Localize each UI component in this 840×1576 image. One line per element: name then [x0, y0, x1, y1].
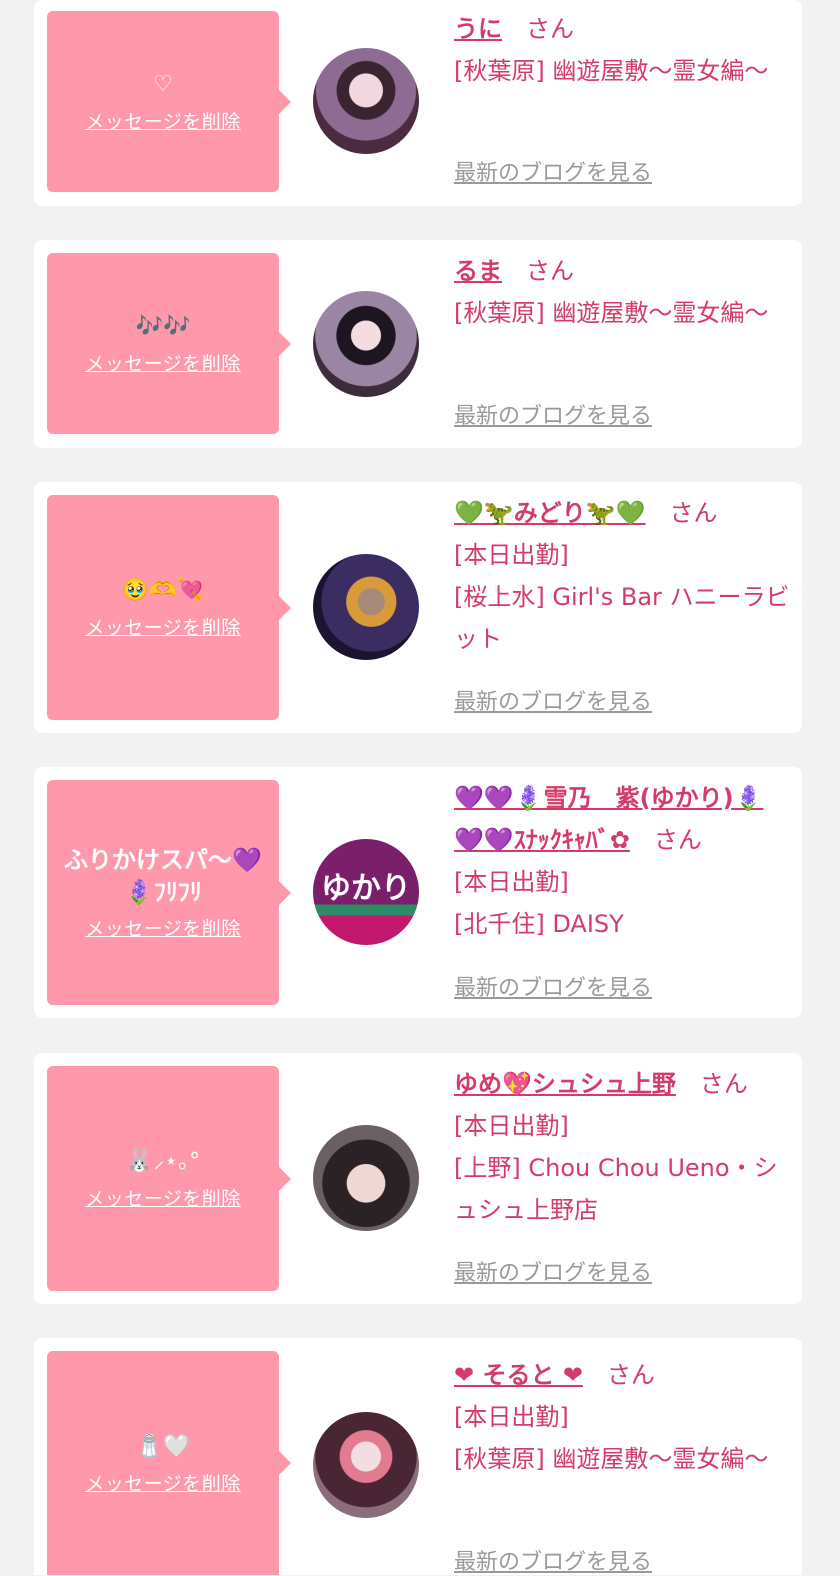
- shop-line: [上野] Chou Chou Ueno・シュシュ上野店: [454, 1154, 778, 1224]
- delete-message-link[interactable]: メッセージを削除: [85, 1469, 241, 1496]
- latest-blog-link[interactable]: 最新のブログを見る: [454, 155, 652, 187]
- message-text: 🥹🫶💘: [121, 578, 205, 603]
- message-text: ♡: [153, 72, 173, 97]
- status-line: [本日出勤]: [454, 868, 569, 896]
- delete-message-link[interactable]: メッセージを削除: [85, 107, 241, 134]
- message-card: ふりかけスパ〜💜🪻ﾌﾘﾌﾘ メッセージを削除 ゆかり 💜💜🪻雪乃 紫(ゆかり)🪻…: [34, 767, 802, 1018]
- message-card: 🧂🤍 メッセージを削除 ❤ そると ❤ さん [本日出勤] [秋葉原] 幽遊屋敷〜…: [34, 1338, 802, 1575]
- message-text: 🧂🤍: [135, 1433, 191, 1459]
- latest-blog-link[interactable]: 最新のブログを見る: [454, 1544, 652, 1576]
- girl-info: 💚🦖みどり🦖💚 さん [本日出勤] [桜上水] Girl's Bar ハニーラビッ…: [454, 492, 792, 660]
- message-text: 🐰⸝⋆｡°: [125, 1149, 201, 1174]
- message-card: 🥹🫶💘 メッセージを削除 💚🦖みどり🦖💚 さん [本日出勤] [桜上水] Girl…: [34, 482, 802, 733]
- delete-message-link[interactable]: メッセージを削除: [85, 613, 241, 640]
- girl-name-link[interactable]: ゆめ💖シュシュ上野: [454, 1070, 676, 1098]
- girl-info: ゆめ💖シュシュ上野 さん [本日出勤] [上野] Chou Chou Ueno・シ…: [454, 1063, 792, 1231]
- girl-info: るま さん [秋葉原] 幽遊屋敷〜霊女編〜: [454, 250, 792, 334]
- latest-blog-link[interactable]: 最新のブログを見る: [454, 684, 652, 716]
- avatar[interactable]: ゆかり: [313, 839, 419, 945]
- message-text: ふりかけスパ〜💜🪻ﾌﾘﾌﾘ: [64, 846, 262, 906]
- latest-blog-link[interactable]: 最新のブログを見る: [454, 1255, 652, 1287]
- avatar[interactable]: [313, 1125, 419, 1231]
- shop-line: [秋葉原] 幽遊屋敷〜霊女編〜: [454, 299, 769, 327]
- honorific: さん: [526, 257, 574, 285]
- message-bubble: 🎶🎶 メッセージを削除: [47, 253, 291, 434]
- delete-message-link[interactable]: メッセージを削除: [85, 1184, 241, 1211]
- delete-message-link[interactable]: メッセージを削除: [85, 914, 241, 941]
- message-list: ♡ メッセージを削除 うに さん [秋葉原] 幽遊屋敷〜霊女編〜 最新のブログを見…: [0, 0, 840, 1575]
- latest-blog-link[interactable]: 最新のブログを見る: [454, 398, 652, 430]
- message-card: ♡ メッセージを削除 うに さん [秋葉原] 幽遊屋敷〜霊女編〜 最新のブログを見…: [34, 0, 802, 206]
- message-bubble: 🧂🤍 メッセージを削除: [47, 1351, 291, 1575]
- message-bubble: 🐰⸝⋆｡° メッセージを削除: [47, 1066, 291, 1291]
- shop-line: [秋葉原] 幽遊屋敷〜霊女編〜: [454, 57, 769, 85]
- message-bubble: ふりかけスパ〜💜🪻ﾌﾘﾌﾘ メッセージを削除: [47, 780, 291, 1005]
- shop-line: [北千住] DAISY: [454, 910, 624, 938]
- girl-name-link[interactable]: ❤ そると ❤: [454, 1361, 583, 1389]
- honorific: さん: [653, 826, 702, 854]
- honorific: さん: [606, 1361, 655, 1389]
- message-card: 🐰⸝⋆｡° メッセージを削除 ゆめ💖シュシュ上野 さん [本日出勤] [上野] C…: [34, 1053, 802, 1304]
- avatar[interactable]: [313, 1412, 419, 1518]
- message-bubble: 🥹🫶💘 メッセージを削除: [47, 495, 291, 720]
- girl-name-link[interactable]: うに: [454, 15, 502, 43]
- status-line: [本日出勤]: [454, 541, 569, 569]
- girl-info: 💜💜🪻雪乃 紫(ゆかり)🪻💜💜ｽﾅｯｸｷｬﾊﾞ✿ さん [本日出勤] [北千住] …: [454, 777, 792, 945]
- avatar-label: ゆかり: [321, 871, 411, 906]
- avatar[interactable]: [313, 554, 419, 660]
- message-text: 🎶🎶: [135, 314, 191, 339]
- honorific: さん: [526, 15, 574, 43]
- girl-info: うに さん [秋葉原] 幽遊屋敷〜霊女編〜: [454, 8, 792, 92]
- avatar[interactable]: [313, 291, 419, 397]
- girl-name-link[interactable]: 💜💜🪻雪乃 紫(ゆかり)🪻💜💜ｽﾅｯｸｷｬﾊﾞ✿: [454, 784, 763, 854]
- status-line: [本日出勤]: [454, 1112, 569, 1140]
- status-line: [本日出勤]: [454, 1403, 569, 1431]
- delete-message-link[interactable]: メッセージを削除: [85, 349, 241, 376]
- message-card: 🎶🎶 メッセージを削除 るま さん [秋葉原] 幽遊屋敷〜霊女編〜 最新のブログを…: [34, 240, 802, 448]
- girl-name-link[interactable]: 💚🦖みどり🦖💚: [454, 499, 646, 527]
- latest-blog-link[interactable]: 最新のブログを見る: [454, 970, 652, 1002]
- message-bubble: ♡ メッセージを削除: [47, 11, 291, 192]
- shop-line: [桜上水] Girl's Bar ハニーラビット: [454, 583, 790, 653]
- shop-line: [秋葉原] 幽遊屋敷〜霊女編〜: [454, 1445, 769, 1473]
- avatar[interactable]: [313, 48, 419, 154]
- girl-info: ❤ そると ❤ さん [本日出勤] [秋葉原] 幽遊屋敷〜霊女編〜: [454, 1354, 792, 1480]
- girl-name-link[interactable]: るま: [454, 257, 502, 285]
- honorific: さん: [699, 1070, 748, 1098]
- honorific: さん: [669, 499, 718, 527]
